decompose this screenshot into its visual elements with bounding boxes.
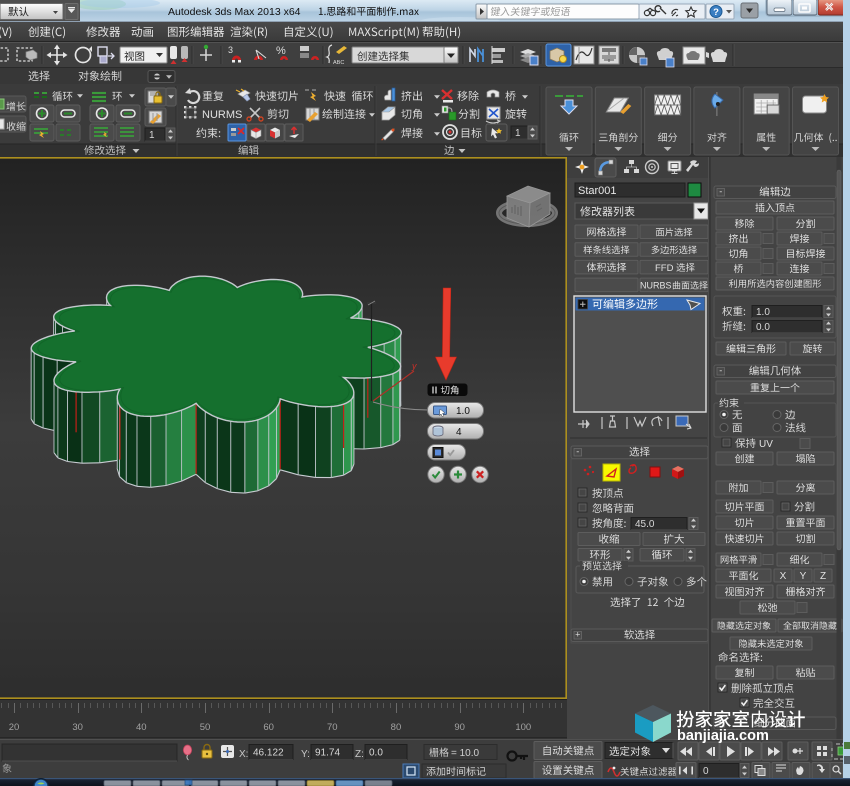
svg-text:Autodesk 3ds Max 2013 x64: Autodesk 3ds Max 2013 x64 [168, 6, 301, 18]
svg-text:91.74: 91.74 [315, 748, 340, 759]
svg-text:Y:: Y: [301, 749, 310, 760]
svg-text:1: 1 [149, 130, 155, 141]
svg-text:1.0: 1.0 [456, 406, 470, 417]
svg-text:X:: X: [239, 749, 248, 760]
svg-text:50: 50 [200, 722, 211, 733]
svg-text:100: 100 [515, 722, 531, 733]
svg-text:20: 20 [9, 722, 20, 733]
svg-text:%: % [276, 45, 286, 57]
svg-text:Y: Y [800, 571, 807, 582]
svg-text:30: 30 [72, 722, 83, 733]
svg-text:y: y [411, 361, 417, 371]
svg-text:70: 70 [327, 722, 338, 733]
svg-text:-: - [719, 366, 722, 376]
svg-text:X: X [780, 571, 787, 582]
svg-text:UV: UV [759, 439, 773, 450]
svg-text:FFD: FFD [655, 263, 674, 274]
svg-text:-: - [719, 187, 722, 197]
svg-text:banjiajia.com: banjiajia.com [677, 728, 769, 744]
svg-text:0.0: 0.0 [369, 748, 383, 759]
svg-text:= 10.0: = 10.0 [451, 748, 480, 759]
svg-text:Star001: Star001 [578, 185, 617, 197]
svg-text:1: 1 [515, 128, 521, 139]
svg-text:Z:: Z: [355, 749, 364, 760]
svg-text:-: - [576, 447, 579, 457]
svg-text:3: 3 [228, 45, 233, 55]
svg-text:46.122: 46.122 [253, 748, 284, 759]
svg-text:60: 60 [263, 722, 274, 733]
svg-text:4: 4 [456, 427, 462, 438]
svg-text:NURBS: NURBS [640, 281, 672, 291]
svg-text:40: 40 [136, 722, 147, 733]
svg-text:1.0: 1.0 [756, 307, 770, 318]
svg-text:NURMS: NURMS [202, 109, 242, 121]
svg-text:ABC: ABC [333, 60, 344, 66]
svg-text:45.0: 45.0 [635, 519, 655, 530]
svg-text:80: 80 [391, 722, 402, 733]
svg-text:90: 90 [454, 722, 465, 733]
svg-text:+: + [575, 630, 580, 640]
svg-text:0.0: 0.0 [756, 322, 770, 333]
svg-text:?: ? [713, 7, 719, 18]
svg-text:Z: Z [820, 571, 826, 582]
svg-text:0: 0 [703, 766, 709, 777]
